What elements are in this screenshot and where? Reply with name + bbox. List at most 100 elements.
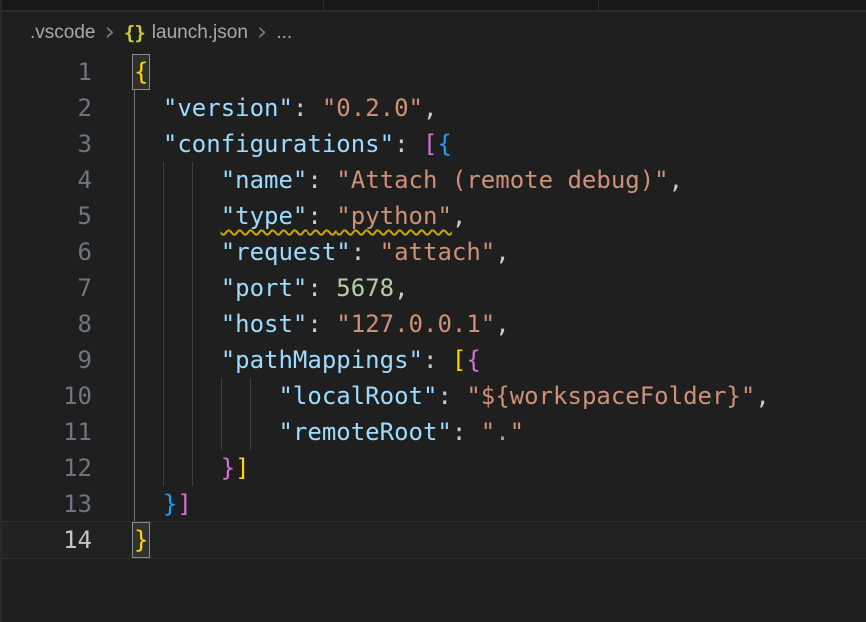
code-token: , xyxy=(669,166,683,194)
code-token: , xyxy=(755,382,769,410)
line-number[interactable]: 4 xyxy=(0,162,92,198)
code-content: "name": "Attach (remote debug)", xyxy=(134,162,683,198)
code-line[interactable]: 6 "request": "attach", xyxy=(0,234,866,270)
line-number[interactable]: 3 xyxy=(0,126,92,162)
code-content: "host": "127.0.0.1", xyxy=(134,306,510,342)
indent-guide xyxy=(192,378,193,414)
line-number[interactable]: 1 xyxy=(0,54,92,90)
code-line[interactable]: 9 "pathMappings": [{ xyxy=(0,342,866,378)
code-token: "pathMappings" xyxy=(221,346,423,374)
line-number[interactable]: 11 xyxy=(0,414,92,450)
indent-guide xyxy=(134,198,135,234)
code-token: { xyxy=(466,346,480,374)
indent-guide xyxy=(134,234,135,270)
code-content: "remoteRoot": "." xyxy=(134,414,524,450)
indent-guide xyxy=(134,342,135,378)
code-line[interactable]: 13}] xyxy=(0,486,866,522)
code-content: "version": "0.2.0", xyxy=(134,90,437,126)
code-token: "remoteRoot" xyxy=(278,418,451,446)
code-content: "request": "attach", xyxy=(134,234,510,270)
code-token: "request" xyxy=(221,238,351,266)
indent-guide xyxy=(134,450,135,486)
breadcrumb-file[interactable]: launch.json xyxy=(152,22,248,44)
code-token: : xyxy=(351,238,380,266)
code-token: } xyxy=(163,490,177,518)
code-token: , xyxy=(495,310,509,338)
warning-squiggle: "type": "python" xyxy=(221,202,452,230)
indent-guide xyxy=(192,306,193,342)
breadcrumb-symbol-more[interactable]: ... xyxy=(276,22,292,44)
indent-guide xyxy=(192,234,193,270)
code-token: "python" xyxy=(336,202,452,230)
indent-guide xyxy=(192,414,193,450)
code-line[interactable]: 8 "host": "127.0.0.1", xyxy=(0,306,866,342)
json-braces-icon: {} xyxy=(124,22,145,44)
line-number[interactable]: 6 xyxy=(0,234,92,270)
indent-guide xyxy=(163,306,164,342)
indent-guide xyxy=(192,342,193,378)
code-line[interactable]: 12}] xyxy=(0,450,866,486)
code-token: "localRoot" xyxy=(278,382,437,410)
code-content: "type": "python", xyxy=(134,198,466,234)
indent-guide xyxy=(250,378,251,414)
line-number[interactable]: 5 xyxy=(0,198,92,234)
code-token: , xyxy=(452,202,466,230)
code-token: ] xyxy=(235,454,249,482)
code-token: "attach" xyxy=(380,238,496,266)
code-content: { xyxy=(134,54,148,90)
code-content: "configurations": [{ xyxy=(134,126,452,162)
code-token: ] xyxy=(177,490,191,518)
code-line[interactable]: 1{ xyxy=(0,54,866,90)
indent-guide xyxy=(134,414,135,450)
indent-guide xyxy=(163,342,164,378)
line-number[interactable]: 10 xyxy=(0,378,92,414)
code-line[interactable]: 2 "version": "0.2.0", xyxy=(0,90,866,126)
code-token: "name" xyxy=(221,166,308,194)
indent-guide xyxy=(163,378,164,414)
code-token: : xyxy=(437,382,466,410)
code-line[interactable]: 14} xyxy=(0,522,866,558)
code-editor[interactable]: 1{2"version": "0.2.0",3"configurations":… xyxy=(0,54,866,558)
indent-guide xyxy=(134,378,135,414)
code-line[interactable]: 10 "localRoot": "${workspaceFolder}", xyxy=(0,378,866,414)
indent-guide xyxy=(163,162,164,198)
code-token: [ xyxy=(423,130,437,158)
indent-guide xyxy=(221,378,222,414)
code-line[interactable]: 11 "remoteRoot": "." xyxy=(0,414,866,450)
code-line[interactable]: 7"port": 5678, xyxy=(0,270,866,306)
code-token: : xyxy=(307,310,336,338)
indent-guide xyxy=(221,414,222,450)
indent-guide xyxy=(134,270,135,306)
window-left-edge xyxy=(0,0,2,622)
line-number[interactable]: 8 xyxy=(0,306,92,342)
code-token: , xyxy=(423,94,437,122)
code-token: { xyxy=(437,130,451,158)
code-token: [ xyxy=(452,346,466,374)
line-number[interactable]: 9 xyxy=(0,342,92,378)
breadcrumb: .vscode › {} launch.json › ... xyxy=(0,12,866,54)
line-number[interactable]: 14 xyxy=(0,522,92,558)
code-token: : xyxy=(293,94,322,122)
code-line[interactable]: 5 "type": "python", xyxy=(0,198,866,234)
code-token: : xyxy=(394,130,423,158)
line-number[interactable]: 7 xyxy=(0,270,92,306)
indent-guide xyxy=(163,270,164,306)
bracket-match: { xyxy=(133,55,149,89)
line-number[interactable]: 12 xyxy=(0,450,92,486)
code-token: } xyxy=(221,454,235,482)
indent-guide xyxy=(163,234,164,270)
code-token: "host" xyxy=(221,310,308,338)
code-token: : xyxy=(452,418,481,446)
code-token: : xyxy=(423,346,452,374)
line-number[interactable]: 2 xyxy=(0,90,92,126)
tab-divider xyxy=(598,0,599,10)
line-number[interactable]: 13 xyxy=(0,486,92,522)
indent-guide xyxy=(192,198,193,234)
code-token: , xyxy=(495,238,509,266)
code-token: : xyxy=(307,202,336,230)
breadcrumb-folder[interactable]: .vscode xyxy=(30,22,95,44)
code-token: "version" xyxy=(163,94,293,122)
code-line[interactable]: 4 "name": "Attach (remote debug)", xyxy=(0,162,866,198)
code-token: "${workspaceFolder}" xyxy=(466,382,755,410)
code-line[interactable]: 3 "configurations": [{ xyxy=(0,126,866,162)
